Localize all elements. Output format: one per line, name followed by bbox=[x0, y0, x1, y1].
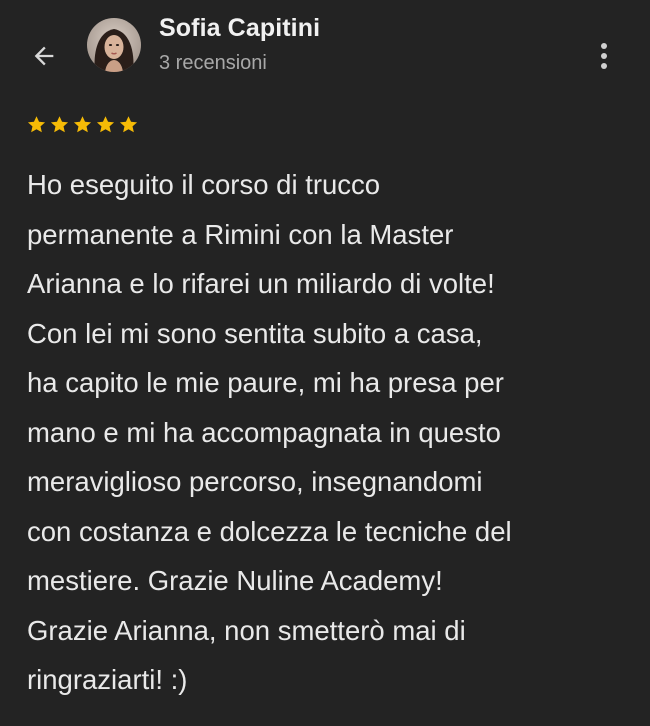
review-header: Sofia Capitini 3 recensioni bbox=[0, 0, 650, 100]
star-icon bbox=[119, 116, 138, 133]
star-icon bbox=[96, 116, 115, 133]
star-icon bbox=[50, 116, 69, 133]
star-icon bbox=[73, 116, 92, 133]
star-rating bbox=[26, 114, 139, 135]
review-text: Ho eseguito il corso di trucco permanent… bbox=[27, 169, 512, 695]
arrow-left-icon bbox=[34, 46, 54, 66]
star-icon bbox=[27, 116, 46, 133]
avatar[interactable] bbox=[87, 18, 141, 72]
more-options-button[interactable] bbox=[584, 34, 624, 78]
author-name[interactable]: Sofia Capitini bbox=[159, 14, 320, 43]
back-button[interactable] bbox=[22, 34, 66, 78]
review-count: 3 recensioni bbox=[159, 52, 267, 74]
more-vert-icon bbox=[601, 43, 607, 49]
